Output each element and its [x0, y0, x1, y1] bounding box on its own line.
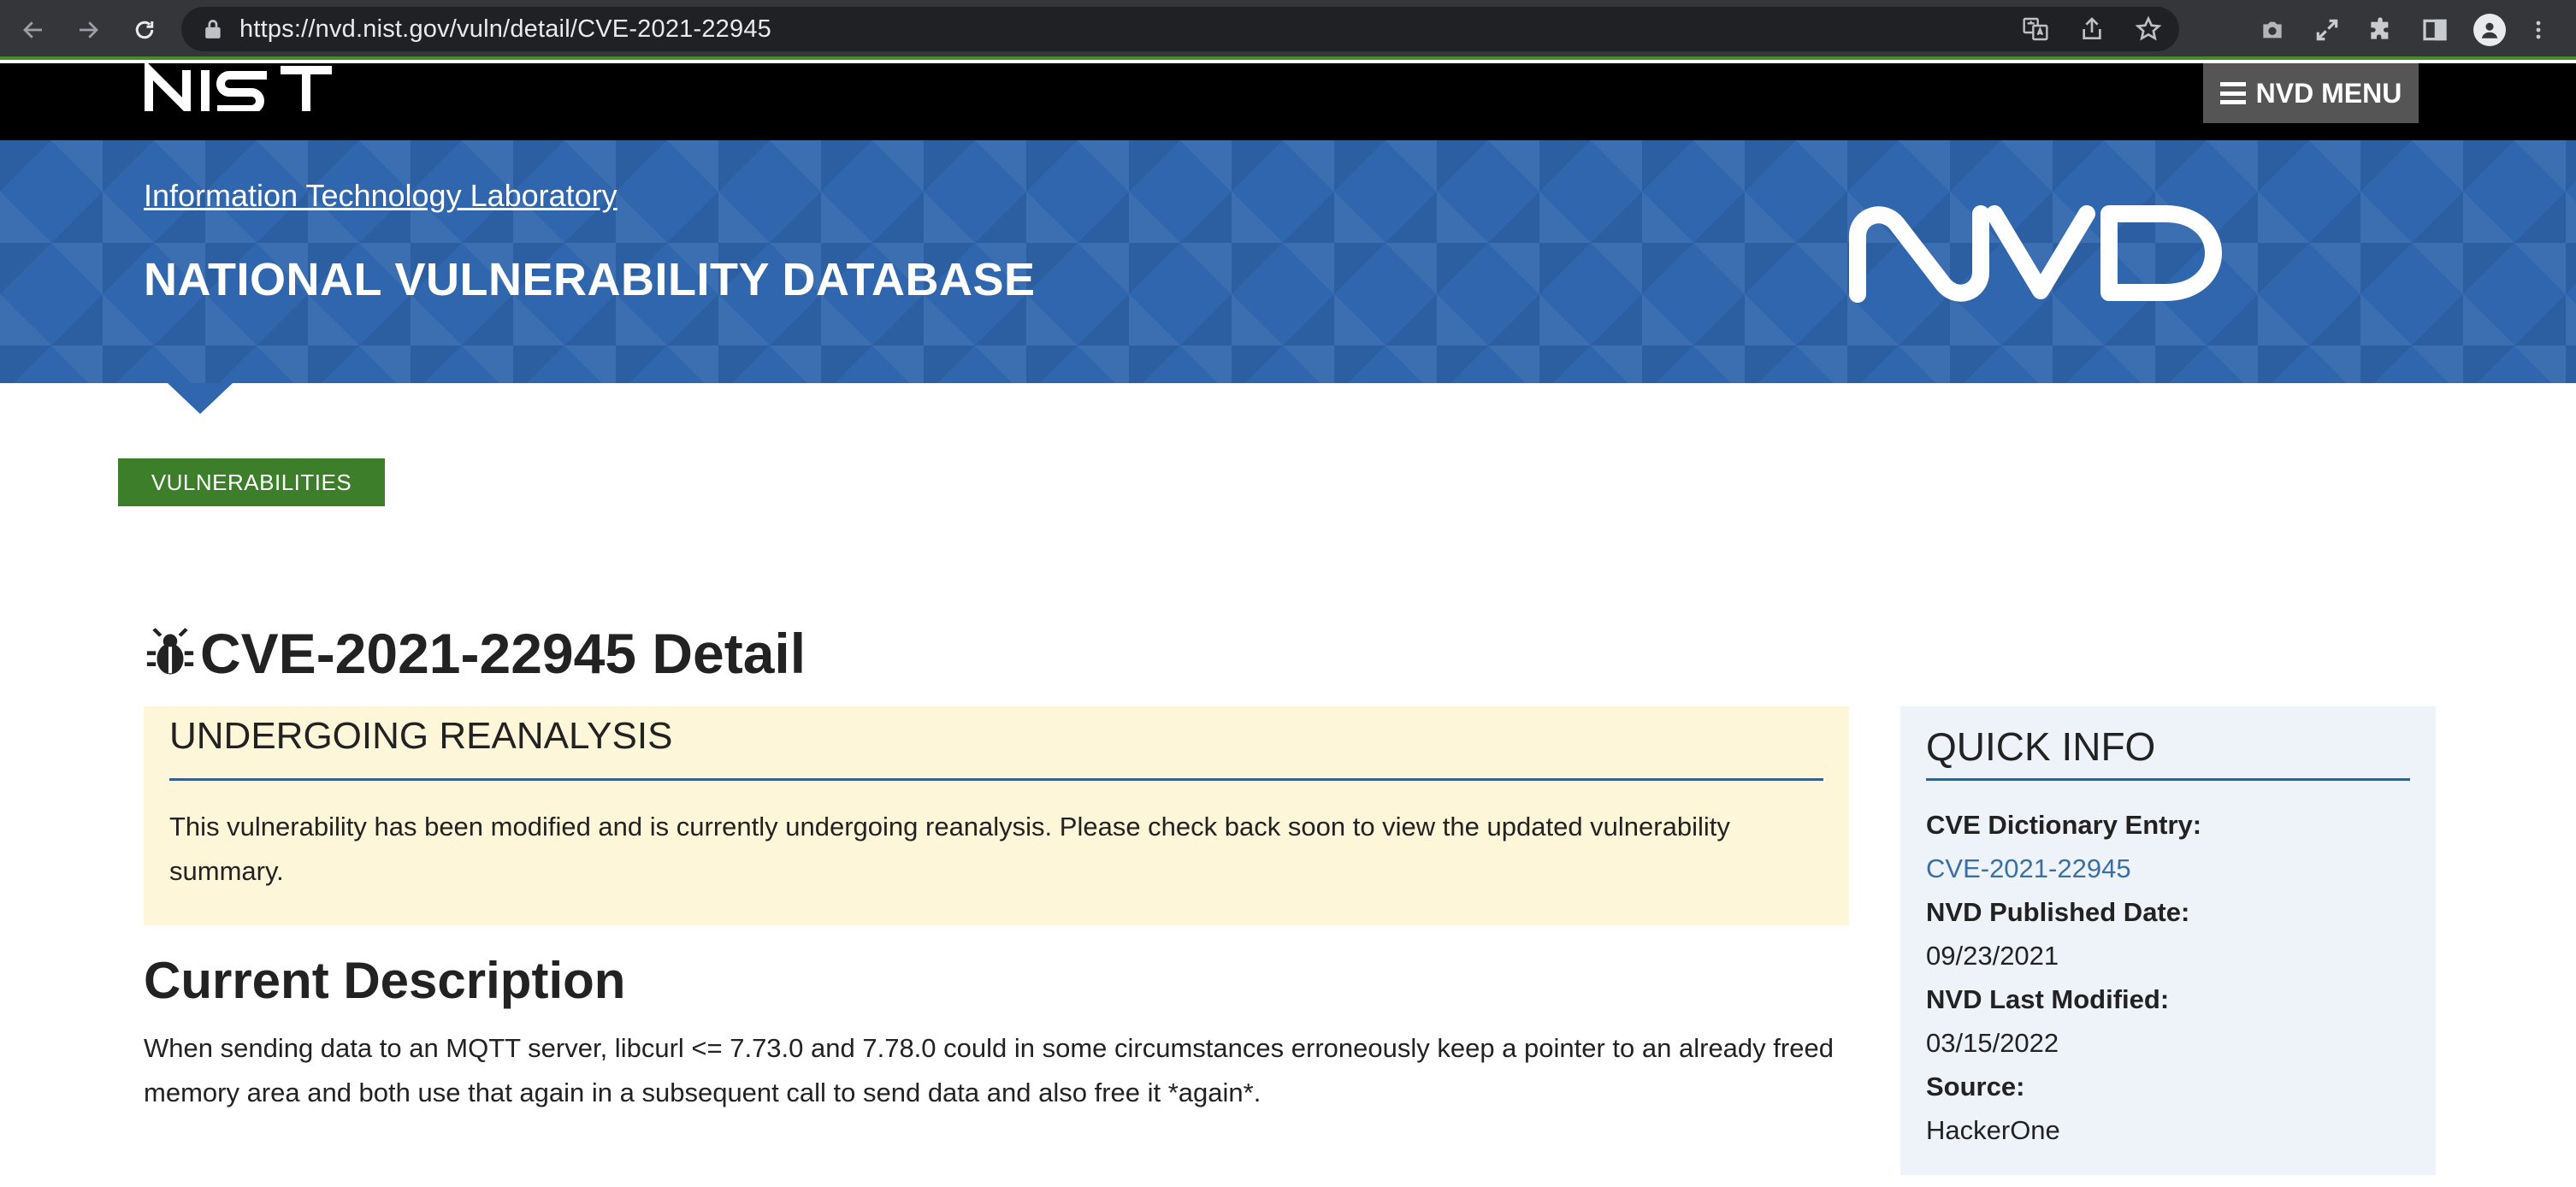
- nvd-menu-button[interactable]: NVD MENU: [2203, 63, 2419, 123]
- published-date-value: 09/23/2021: [1926, 941, 2059, 971]
- share-icon[interactable]: [2078, 15, 2106, 43]
- back-icon[interactable]: [14, 10, 53, 50]
- bug-icon: [144, 627, 197, 680]
- nvd-logo[interactable]: [1847, 202, 2224, 304]
- cve-dictionary-link[interactable]: CVE-2021-22945: [1926, 847, 2410, 890]
- lock-icon[interactable]: [204, 19, 222, 39]
- camera-icon[interactable]: [2254, 12, 2290, 48]
- itl-link[interactable]: Information Technology Laboratory: [144, 178, 617, 214]
- url-text[interactable]: https://nvd.nist.gov/vuln/detail/CVE-202…: [239, 15, 771, 44]
- cve-title: CVE-2021-22945 Detail: [200, 622, 806, 685]
- source-value: HackerOne: [1926, 1115, 2060, 1145]
- nvd-menu-label: NVD MENU: [2255, 77, 2402, 109]
- alert-body: This vulnerability has been modified and…: [169, 812, 1730, 886]
- reload-icon[interactable]: [125, 10, 164, 50]
- last-modified-label: NVD Last Modified:: [1926, 984, 2170, 1014]
- published-date-label: NVD Published Date:: [1926, 897, 2190, 927]
- vulnerabilities-tag[interactable]: VULNERABILITIES: [118, 458, 385, 506]
- translate-icon[interactable]: [2022, 15, 2049, 43]
- hamburger-icon: [2219, 82, 2246, 104]
- last-modified-value: 03/15/2022: [1926, 1028, 2059, 1058]
- browser-toolbar: https://nvd.nist.gov/vuln/detail/CVE-202…: [0, 0, 2576, 60]
- banner-notch: [168, 383, 233, 414]
- source-label: Source:: [1926, 1072, 2025, 1101]
- page-title: CVE-2021-22945 Detail: [144, 621, 806, 686]
- bookmark-star-icon[interactable]: [2135, 15, 2162, 43]
- banner-title[interactable]: NATIONAL VULNERABILITY DATABASE: [144, 253, 1036, 306]
- sidebar-icon[interactable]: [2417, 12, 2453, 48]
- quick-info-heading: QUICK INFO: [1926, 723, 2410, 781]
- description-text: When sending data to an MQTT server, lib…: [144, 1033, 1834, 1107]
- address-bar[interactable]: https://nvd.nist.gov/vuln/detail/CVE-202…: [181, 7, 2179, 51]
- alert-heading: UNDERGOING REANALYSIS: [169, 715, 1823, 781]
- description-heading: Current Description: [144, 952, 626, 1009]
- forward-icon[interactable]: [68, 10, 108, 50]
- nist-header: NVD MENU: [0, 63, 2576, 140]
- cve-dictionary-label: CVE Dictionary Entry:: [1926, 810, 2202, 840]
- more-icon[interactable]: [2526, 12, 2550, 48]
- nvd-banner: Information Technology Laboratory NATION…: [0, 140, 2576, 383]
- reanalysis-alert: UNDERGOING REANALYSIS This vulnerability…: [144, 706, 1849, 925]
- nist-logo[interactable]: [144, 63, 335, 111]
- extensions-icon[interactable]: [2362, 12, 2398, 48]
- expand-icon[interactable]: [2309, 12, 2345, 48]
- quick-info-panel: QUICK INFO CVE Dictionary Entry: CVE-202…: [1900, 706, 2436, 1175]
- profile-icon[interactable]: [2473, 14, 2506, 46]
